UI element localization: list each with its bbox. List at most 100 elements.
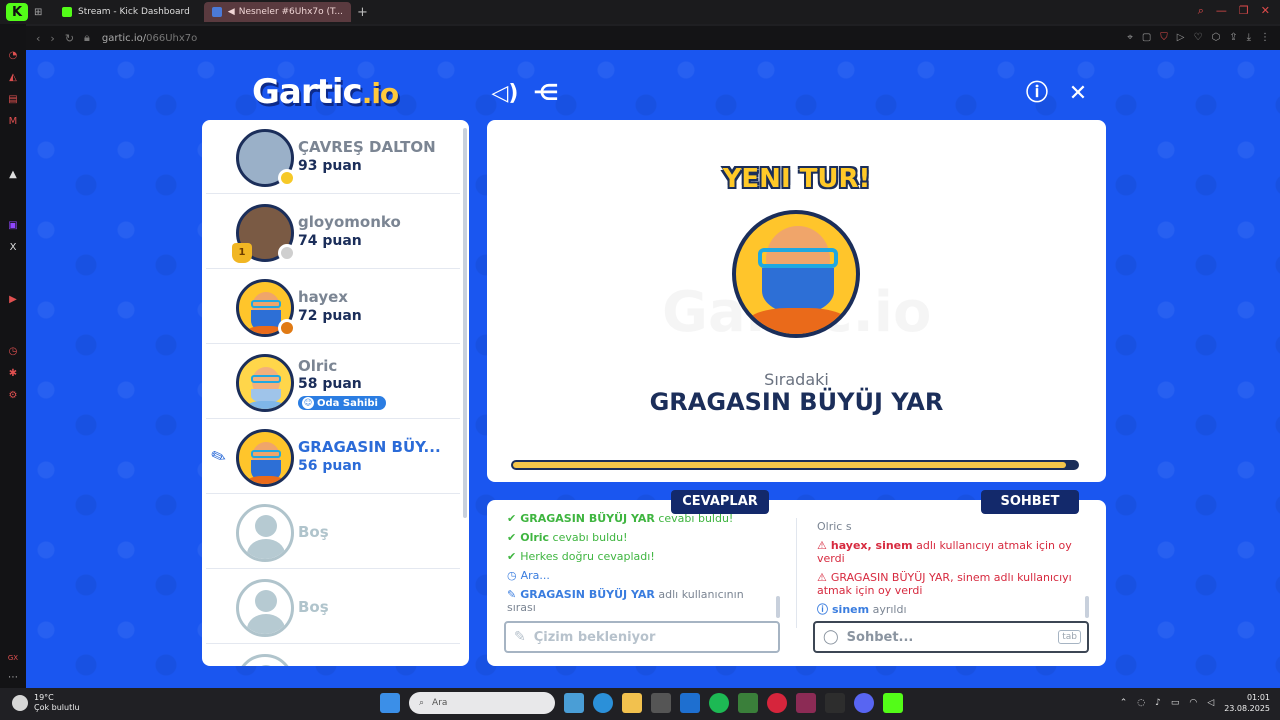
- more-icon[interactable]: ⋮: [1260, 32, 1270, 43]
- sound-icon[interactable]: ◁): [491, 80, 519, 108]
- system-tray: ⌃ ◌ ♪ ▭ ◠ ◁ 01:01 23.08.2025: [1120, 692, 1270, 714]
- share-page-icon[interactable]: ⇪: [1229, 32, 1237, 43]
- restore-icon[interactable]: ❐: [1239, 4, 1249, 18]
- search-icon: ⌕: [419, 698, 425, 708]
- msg-user: sinem: [832, 603, 870, 616]
- chat-message: Olric s: [817, 520, 852, 533]
- mic-icon[interactable]: ♪: [1155, 698, 1161, 708]
- answers-scrollbar[interactable]: [776, 596, 780, 618]
- check-icon: ✔: [507, 550, 517, 563]
- history-icon[interactable]: ◔: [7, 50, 19, 62]
- answer-message: ✔ GRAGASIN BÜYÜJ YAR cevabı buldu!: [507, 512, 777, 525]
- player-row[interactable]: hayex 72 puan: [206, 270, 460, 344]
- screenshot-icon[interactable]: ▢: [1142, 32, 1151, 43]
- tab-gartic[interactable]: ◀ Nesneler #6Uhx7o (T...: [203, 2, 352, 22]
- shield-icon[interactable]: ⛉: [1160, 32, 1168, 43]
- opera-gx-icon[interactable]: [767, 693, 787, 713]
- player-points: 93 puan: [298, 158, 362, 174]
- gartic-game-area: Gartic.io ◁) ⋲ ⓘ ✕ ÇAVREŞ DALTON 93 puan…: [26, 50, 1280, 688]
- minimize-icon[interactable]: —: [1216, 4, 1227, 18]
- answers-tab[interactable]: CEVAPLAR: [671, 490, 769, 514]
- play-icon[interactable]: ▷: [1177, 32, 1185, 43]
- gx-icon[interactable]: GX: [7, 652, 19, 664]
- player-row[interactable]: ✎ GRAGASIN BÜY... 56 puan: [206, 420, 460, 494]
- browser-menu-icon[interactable]: ⊞: [34, 7, 48, 18]
- tab-kick-dashboard[interactable]: Stream - Kick Dashboard: [54, 2, 198, 22]
- warning-icon: ⚠: [817, 539, 827, 552]
- aria-icon[interactable]: ▲: [7, 169, 19, 181]
- avatar: [236, 354, 294, 412]
- edge-icon[interactable]: [593, 693, 613, 713]
- players-scrollbar[interactable]: [463, 128, 467, 518]
- outlook-icon[interactable]: [680, 693, 700, 713]
- extension-icons: ⌖ ▢ ⛉ ▷ ♡ ⬡ ⇪ ⤓ ⋮: [1127, 32, 1270, 43]
- pin-icon[interactable]: ⌖: [1127, 32, 1133, 43]
- forward-icon[interactable]: ›: [50, 32, 54, 45]
- search-icon[interactable]: ⌕: [1198, 4, 1204, 18]
- close-icon[interactable]: ✕: [1064, 80, 1092, 108]
- extensions-icon[interactable]: ⬡: [1211, 32, 1220, 43]
- share-icon[interactable]: ⋲: [532, 80, 560, 108]
- explorer-icon[interactable]: [622, 693, 642, 713]
- empty-slot[interactable]: [206, 645, 460, 666]
- new-round-title: YENI TUR!: [722, 164, 871, 194]
- app-icon[interactable]: [825, 693, 845, 713]
- store-icon[interactable]: [651, 693, 671, 713]
- empty-slot[interactable]: Boş: [206, 570, 460, 644]
- info-small-icon: ⓘ: [817, 603, 828, 616]
- kick-logo-icon[interactable]: K: [6, 3, 28, 21]
- download-icon[interactable]: ⤓: [1247, 32, 1251, 43]
- player-icon[interactable]: ▶: [7, 294, 19, 306]
- spotify-icon[interactable]: [709, 693, 729, 713]
- msg-user: GRAGASIN BÜYÜJ YAR, sinem: [830, 571, 991, 584]
- tab-label: Nesneler #6Uhx7o (T...: [238, 7, 344, 17]
- photoshop-like-icon[interactable]: [738, 693, 758, 713]
- player-row[interactable]: ÇAVREŞ DALTON 93 puan: [206, 120, 460, 194]
- editor-icon[interactable]: [796, 693, 816, 713]
- volume-icon[interactable]: ◁: [1207, 698, 1214, 708]
- twitch-icon[interactable]: ▣: [7, 220, 19, 232]
- msg-user: hayex, sinem: [830, 539, 913, 552]
- address-bar: ‹ › ↻ 🔒︎ gartic.io/066Uhx7o ⌖ ▢ ⛉ ▷ ♡ ⬡ …: [26, 26, 1280, 50]
- player-points: 74 puan: [298, 233, 362, 249]
- chat-tab[interactable]: SOHBET: [981, 490, 1079, 514]
- taskbar-search[interactable]: ⌕ Ara: [409, 692, 555, 714]
- bag-icon[interactable]: ◭: [7, 72, 19, 84]
- chat-message: ⓘ sinem ayrıldı: [817, 603, 1077, 616]
- player-row[interactable]: 1 gloyomonko 74 puan: [206, 195, 460, 269]
- sidebar-more-icon[interactable]: ⋯: [7, 672, 19, 684]
- lock-icon: 🔒︎: [84, 31, 90, 44]
- gartic-favicon-icon: [211, 7, 222, 17]
- back-icon[interactable]: ‹: [36, 32, 40, 45]
- info-icon[interactable]: ⓘ: [1023, 80, 1051, 108]
- settings-icon[interactable]: ⚙: [7, 390, 19, 402]
- chat-scrollbar[interactable]: [1085, 596, 1089, 618]
- tab-label: Stream - Kick Dashboard: [78, 7, 190, 17]
- clock-icon[interactable]: ◷: [7, 346, 19, 358]
- reload-icon[interactable]: ↻: [65, 32, 74, 45]
- discord-icon[interactable]: [854, 693, 874, 713]
- new-tab-button[interactable]: +: [357, 5, 368, 20]
- network-icon[interactable]: ◌: [1137, 698, 1145, 708]
- url-field[interactable]: gartic.io/066Uhx7o: [102, 33, 197, 44]
- x-icon[interactable]: X: [7, 242, 19, 254]
- close-window-icon[interactable]: ✕: [1261, 4, 1270, 18]
- chat-input[interactable]: ◯ Sohbet... tab: [813, 621, 1089, 653]
- player-row[interactable]: Olric 58 puan ☺ Oda Sahibi: [206, 345, 460, 419]
- mail-icon[interactable]: M: [7, 116, 19, 128]
- heart-icon[interactable]: ♡: [1193, 32, 1202, 43]
- chevron-up-icon[interactable]: ⌃: [1120, 698, 1128, 708]
- weather-widget[interactable]: 19°C Çok bulutlu: [12, 693, 80, 713]
- empty-slot[interactable]: Boş: [206, 495, 460, 569]
- start-icon[interactable]: [380, 693, 400, 713]
- extensions-sidebar-icon[interactable]: ✱: [7, 368, 19, 380]
- answer-input[interactable]: ✎ Çizim bekleniyor: [504, 621, 780, 653]
- wallet-icon[interactable]: ▤: [7, 94, 19, 106]
- msg-user: Olric: [520, 531, 550, 544]
- speaker-icon[interactable]: ◀: [228, 7, 235, 17]
- wifi-icon[interactable]: ◠: [1189, 698, 1197, 708]
- kick-app-icon[interactable]: [883, 693, 903, 713]
- display-icon[interactable]: ▭: [1171, 698, 1180, 708]
- desktop-icon[interactable]: [564, 693, 584, 713]
- clock[interactable]: 01:01 23.08.2025: [1224, 692, 1270, 714]
